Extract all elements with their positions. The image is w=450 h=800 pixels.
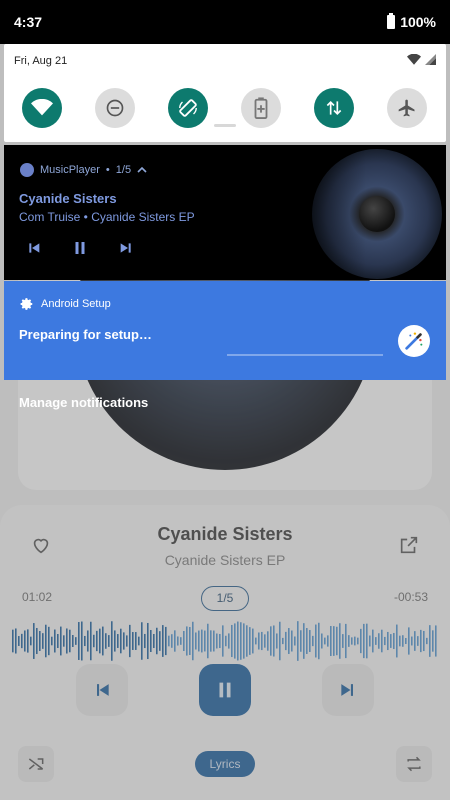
media-pause-button[interactable] (68, 237, 92, 259)
tile-battery-saver[interactable] (241, 88, 281, 128)
wifi-icon (31, 99, 53, 116)
magic-wand-icon (398, 325, 430, 357)
qs-date: Fri, Aug 21 (14, 55, 68, 67)
wifi-signal-icon (407, 54, 421, 65)
media-next-button[interactable] (114, 237, 138, 259)
qs-status-icons (407, 54, 436, 65)
media-notification[interactable]: MusicPlayer • 1/5 Cyanide Sisters Com Tr… (4, 145, 446, 280)
battery-percent: 100% (400, 14, 436, 30)
tile-airplane-mode[interactable] (387, 88, 427, 128)
media-subtitle: Com Truise • Cyanide Sisters EP (19, 210, 195, 224)
do-not-disturb-icon (106, 99, 124, 117)
setup-status-text: Preparing for setup… (19, 327, 152, 342)
media-app-name: MusicPlayer (40, 164, 100, 176)
tile-wifi[interactable] (22, 88, 62, 128)
skip-previous-icon (29, 243, 40, 253)
pause-icon (75, 242, 85, 254)
setup-app-name: Android Setup (41, 298, 111, 310)
tile-mobile-data[interactable] (314, 88, 354, 128)
status-bar: 4:37 100% (0, 0, 450, 44)
media-art-fade (246, 145, 366, 280)
media-title: Cyanide Sisters (19, 191, 117, 206)
tile-do-not-disturb[interactable] (95, 88, 135, 128)
cell-signal-icon (425, 54, 436, 65)
chevron-up-icon[interactable] (137, 166, 147, 174)
media-header: MusicPlayer • 1/5 (20, 163, 147, 177)
airplane-icon (398, 99, 415, 117)
qs-drag-handle[interactable] (214, 124, 236, 127)
battery-indicator: 100% (387, 13, 436, 30)
setup-header: Android Setup (20, 297, 111, 311)
quick-settings-panel: Fri, Aug 21 (4, 44, 446, 142)
gear-icon (20, 298, 33, 310)
battery-saver-icon (254, 97, 268, 119)
app-icon (20, 163, 34, 177)
setup-notification[interactable]: Android Setup Preparing for setup… (4, 281, 446, 380)
clock: 4:37 (14, 14, 43, 30)
header-separator-dot: • (105, 164, 110, 176)
rotate-icon (179, 99, 197, 117)
media-counter: 1/5 (115, 164, 132, 176)
data-arrows-icon (326, 100, 342, 116)
tile-auto-rotate[interactable] (168, 88, 208, 128)
skip-next-icon (120, 243, 131, 253)
manage-notifications-button[interactable]: Manage notifications (19, 395, 148, 410)
battery-icon (387, 13, 396, 29)
media-previous-button[interactable] (22, 237, 46, 259)
setup-progress-bar (227, 354, 383, 356)
